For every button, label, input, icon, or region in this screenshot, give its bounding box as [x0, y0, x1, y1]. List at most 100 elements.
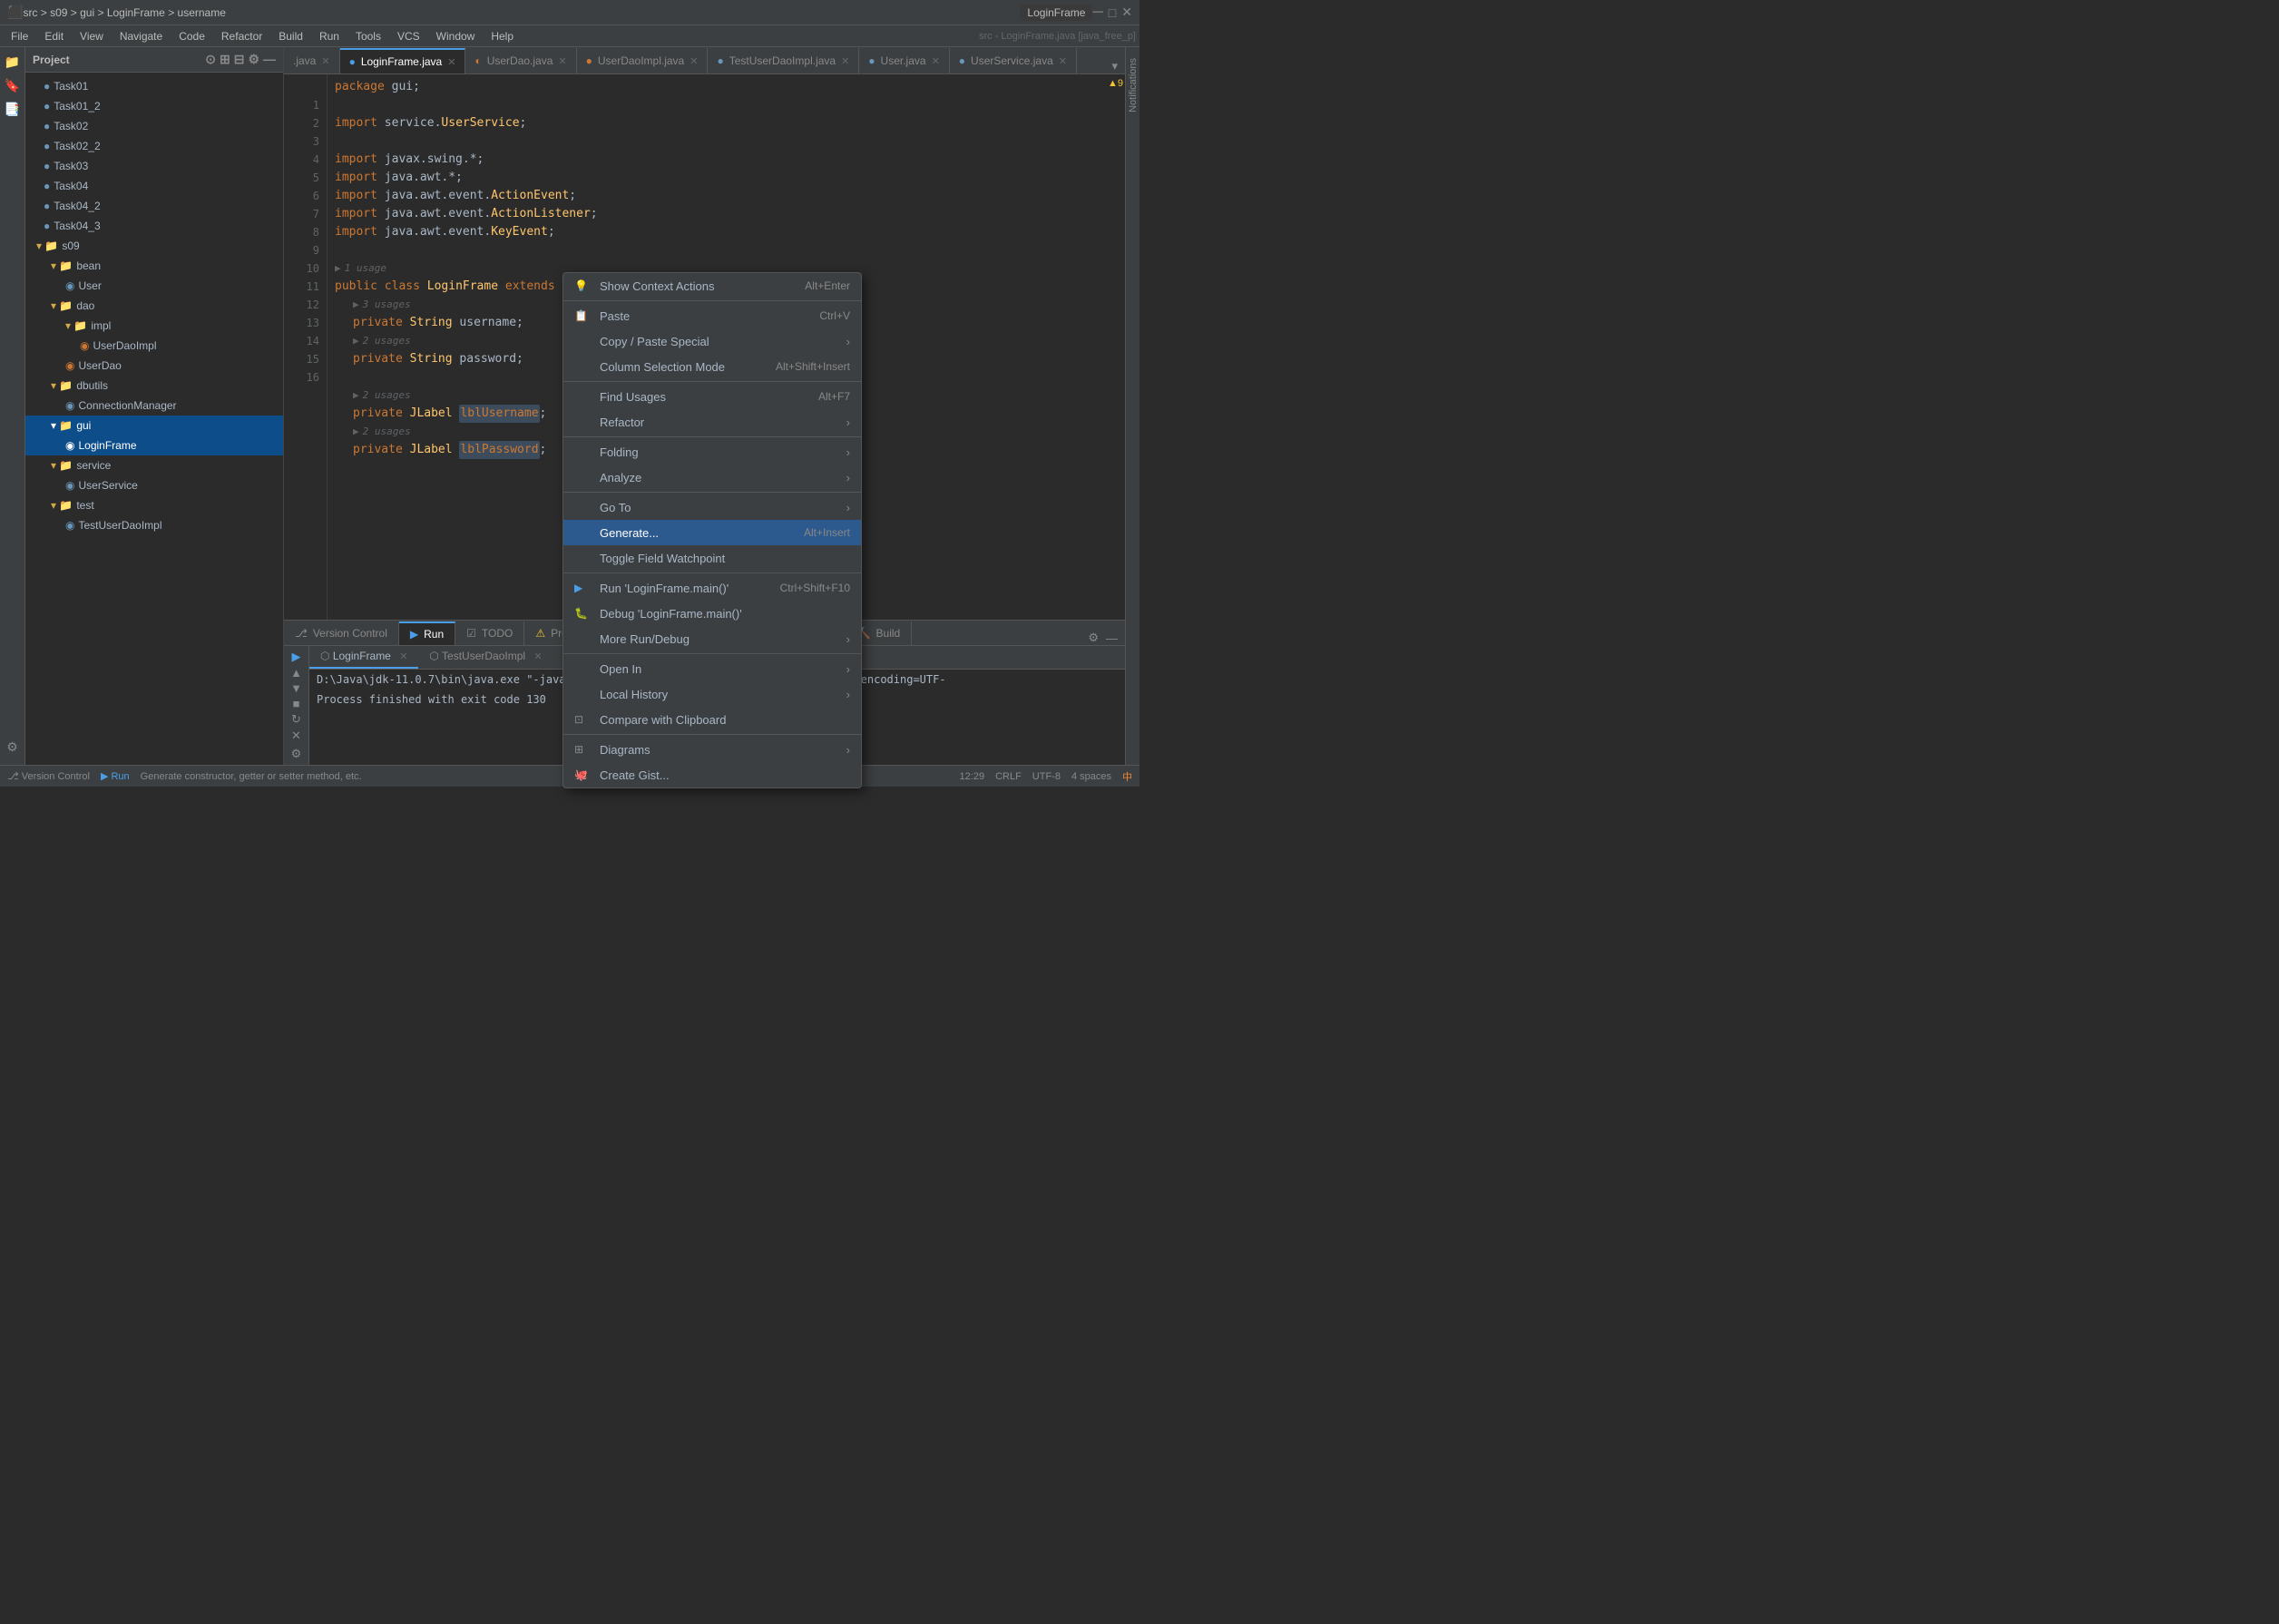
- tree-task04[interactable]: ● Task04: [25, 176, 283, 196]
- bottom-tab-version-control[interactable]: ⎇ Version Control: [284, 621, 399, 645]
- panel-expand-btn[interactable]: ⊞: [220, 52, 230, 67]
- tree-userdao[interactable]: ◉ UserDao: [25, 356, 283, 376]
- ctx-toggle-watchpoint[interactable]: Toggle Field Watchpoint: [563, 545, 861, 571]
- tree-dao[interactable]: ▾ 📁 dao: [25, 296, 283, 316]
- status-encoding[interactable]: UTF-8: [1032, 771, 1061, 782]
- close-output-btn[interactable]: ✕: [287, 729, 307, 743]
- run-status[interactable]: ▶ Run: [101, 770, 130, 782]
- tab-java-close[interactable]: ✕: [321, 55, 329, 67]
- panel-settings-icon[interactable]: ⚙: [1088, 631, 1099, 645]
- menu-file[interactable]: File: [4, 28, 35, 44]
- ctx-run-loginframe[interactable]: ▶ Run 'LoginFrame.main()' Ctrl+Shift+F10: [563, 575, 861, 601]
- ctx-generate[interactable]: Generate... Alt+Insert: [563, 520, 861, 545]
- tab-testuserdaoimpl-close[interactable]: ✕: [841, 55, 849, 67]
- settings-output-btn[interactable]: ⚙: [287, 747, 307, 761]
- menu-help[interactable]: Help: [484, 28, 521, 44]
- expand-btn-1[interactable]: ▶: [335, 259, 341, 278]
- panel-settings-btn[interactable]: ⚙: [248, 52, 259, 67]
- menu-view[interactable]: View: [73, 28, 111, 44]
- ctx-analyze[interactable]: Analyze ›: [563, 465, 861, 490]
- editor-scrollbar[interactable]: ▲9: [1110, 74, 1125, 620]
- run-test-close[interactable]: ✕: [533, 651, 542, 662]
- menu-vcs[interactable]: VCS: [390, 28, 427, 44]
- panel-location-btn[interactable]: ⊙: [205, 52, 216, 67]
- status-line-ending[interactable]: CRLF: [995, 771, 1022, 782]
- tree-task02[interactable]: ● Task02: [25, 116, 283, 136]
- tab-userdao-close[interactable]: ✕: [558, 55, 566, 67]
- ctx-column-selection[interactable]: Column Selection Mode Alt+Shift+Insert: [563, 354, 861, 379]
- menu-navigate[interactable]: Navigate: [112, 28, 170, 44]
- expand-btn-2c[interactable]: ▶: [353, 423, 359, 441]
- tab-user[interactable]: ● User.java ✕: [859, 48, 950, 73]
- ctx-copy-paste-special[interactable]: Copy / Paste Special ›: [563, 328, 861, 354]
- tree-connectionmanager[interactable]: ◉ ConnectionManager: [25, 396, 283, 416]
- ctx-create-gist[interactable]: 🐙 Create Gist...: [563, 762, 861, 788]
- expand-btn-3[interactable]: ▶: [353, 296, 359, 314]
- ctx-diagrams[interactable]: ⊞ Diagrams ›: [563, 737, 861, 762]
- tree-task02-2[interactable]: ● Task02_2: [25, 136, 283, 156]
- ctx-refactor[interactable]: Refactor ›: [563, 409, 861, 435]
- tree-dbutils[interactable]: ▾ 📁 dbutils: [25, 376, 283, 396]
- run-tab-testuserdaoimpl[interactable]: ⬡ TestUserDaoImpl ✕: [418, 646, 553, 669]
- tab-userdaoimpl-close[interactable]: ✕: [690, 55, 698, 67]
- vcs-status[interactable]: ⎇ Version Control: [7, 770, 90, 782]
- menu-build[interactable]: Build: [271, 28, 310, 44]
- menu-code[interactable]: Code: [171, 28, 212, 44]
- tab-userservice[interactable]: ● UserService.java ✕: [950, 48, 1077, 73]
- minimize-btn[interactable]: ─: [1092, 5, 1102, 21]
- ctx-debug-loginframe[interactable]: 🐛 Debug 'LoginFrame.main()': [563, 601, 861, 626]
- sidebar-settings-icon[interactable]: ⚙: [2, 736, 24, 758]
- ctx-open-in[interactable]: Open In ›: [563, 656, 861, 681]
- sidebar-project-icon[interactable]: 📁: [2, 51, 24, 73]
- tab-userdaoimpl[interactable]: ● UserDaoImpl.java ✕: [577, 48, 709, 73]
- tab-loginframe[interactable]: ● LoginFrame.java ✕: [340, 48, 466, 73]
- ctx-show-context-actions[interactable]: 💡 Show Context Actions Alt+Enter: [563, 273, 861, 298]
- tab-userservice-close[interactable]: ✕: [1059, 55, 1067, 67]
- ctx-paste[interactable]: 📋 Paste Ctrl+V: [563, 303, 861, 328]
- ctx-compare-clipboard[interactable]: ⊡ Compare with Clipboard: [563, 707, 861, 732]
- tree-user[interactable]: ◉ User: [25, 276, 283, 296]
- rerun-btn[interactable]: ↻: [287, 712, 307, 727]
- tab-userdao[interactable]: ◐ UserDao.java ✕: [465, 48, 576, 73]
- tree-testuserdaoimpl[interactable]: ◉ TestUserDaoImpl: [25, 515, 283, 535]
- ctx-find-usages[interactable]: Find Usages Alt+F7: [563, 384, 861, 409]
- bottom-tab-todo[interactable]: ☑ TODO: [455, 621, 524, 645]
- menu-refactor[interactable]: Refactor: [214, 28, 269, 44]
- tab-overflow-btn[interactable]: ▾: [1111, 59, 1118, 73]
- run-loginframe-close[interactable]: ✕: [399, 651, 407, 662]
- tab-testuserdaoimpl[interactable]: ● TestUserDaoImpl.java ✕: [708, 48, 859, 73]
- tree-service[interactable]: ▾ 📁 service: [25, 455, 283, 475]
- menu-window[interactable]: Window: [429, 28, 483, 44]
- tree-task01-2[interactable]: ● Task01_2: [25, 96, 283, 116]
- run-btn[interactable]: ▶: [287, 650, 307, 664]
- tree-s09[interactable]: ▾ 📁 s09: [25, 236, 283, 256]
- tree-task04-3[interactable]: ● Task04_3: [25, 216, 283, 236]
- panel-collapse-btn[interactable]: ⊟: [234, 52, 245, 67]
- tree-task03[interactable]: ● Task03: [25, 156, 283, 176]
- close-btn[interactable]: ✕: [1121, 5, 1132, 20]
- scroll-up-btn[interactable]: ▲: [287, 666, 307, 680]
- tab-loginframe-close[interactable]: ✕: [447, 56, 455, 68]
- tree-loginframe[interactable]: ◉ LoginFrame: [25, 435, 283, 455]
- tree-task01[interactable]: ● Task01: [25, 76, 283, 96]
- tree-test[interactable]: ▾ 📁 test: [25, 495, 283, 515]
- bottom-tab-run[interactable]: ▶ Run: [399, 621, 455, 645]
- panel-hide-btn[interactable]: —: [263, 52, 276, 67]
- menu-run[interactable]: Run: [312, 28, 347, 44]
- tree-userservice[interactable]: ◉ UserService: [25, 475, 283, 495]
- tree-impl[interactable]: ▾ 📁 impl: [25, 316, 283, 336]
- status-indentation[interactable]: 4 spaces: [1071, 771, 1111, 782]
- tab-user-close[interactable]: ✕: [932, 55, 940, 67]
- expand-btn-2[interactable]: ▶: [353, 332, 359, 350]
- tree-gui[interactable]: ▾ 📁 gui: [25, 416, 283, 435]
- tree-userdaoimpl[interactable]: ◉ UserDaoImpl: [25, 336, 283, 356]
- maximize-btn[interactable]: □: [1109, 5, 1116, 20]
- sidebar-bookmark-icon[interactable]: 🔖: [2, 74, 24, 96]
- menu-tools[interactable]: Tools: [348, 28, 388, 44]
- ctx-folding[interactable]: Folding ›: [563, 439, 861, 465]
- tab-java[interactable]: .java ✕: [284, 48, 340, 73]
- tree-task04-2[interactable]: ● Task04_2: [25, 196, 283, 216]
- run-tab-loginframe[interactable]: ⬡ LoginFrame ✕: [309, 646, 418, 669]
- stop-btn[interactable]: ■: [287, 697, 307, 710]
- tree-bean[interactable]: ▾ 📁 bean: [25, 256, 283, 276]
